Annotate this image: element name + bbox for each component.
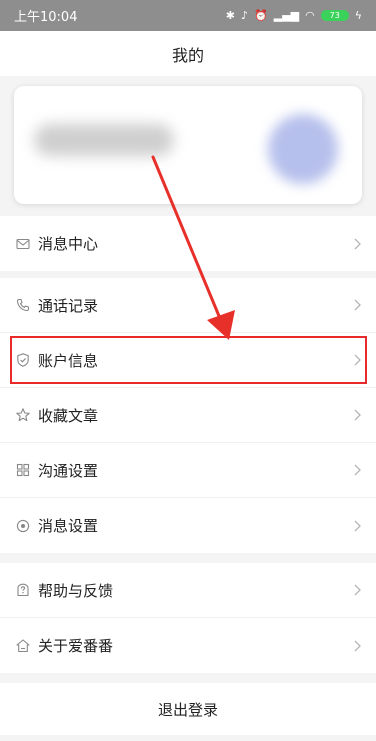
mute-icon: ♪	[241, 9, 249, 22]
menu-item-message-settings[interactable]: 消息设置	[0, 498, 376, 553]
menu-group-1: 消息中心	[0, 216, 376, 271]
signal-icon: ▂▄▆	[273, 9, 300, 22]
chevron-right-icon	[352, 463, 362, 477]
profile-card[interactable]	[14, 86, 362, 204]
menu-item-about[interactable]: 关于爱番番	[0, 618, 376, 673]
charging-icon: ϟ	[354, 9, 362, 22]
chevron-right-icon	[352, 639, 362, 653]
nav-bar: 我的	[0, 31, 376, 76]
menu-group-2: 通话记录 账户信息 收藏文章 沟通设置 消息设置	[0, 278, 376, 553]
logout-label: 退出登录	[157, 700, 218, 719]
mail-icon	[15, 236, 31, 252]
menu-item-label: 消息中心	[38, 235, 99, 253]
alarm-icon: ⏰	[254, 9, 268, 22]
page-title: 我的	[171, 45, 204, 65]
menu-item-label: 收藏文章	[38, 406, 99, 425]
menu-item-label: 通话记录	[38, 296, 99, 315]
status-bar: 上午10:04 ✱ ♪ ⏰ ▂▄▆ ◠ 73 ϟ	[0, 0, 376, 31]
menu-item-message-center[interactable]: 消息中心	[0, 216, 376, 271]
star-icon	[15, 407, 31, 423]
chevron-right-icon	[352, 408, 362, 422]
menu-item-label: 账户信息	[38, 351, 99, 370]
menu-item-favorite-articles[interactable]: 收藏文章	[0, 388, 376, 443]
menu-item-call-records[interactable]: 通话记录	[0, 278, 376, 333]
menu-item-account-info[interactable]: 账户信息	[0, 333, 376, 388]
menu-item-label: 沟通设置	[38, 461, 99, 480]
status-icons: ✱ ♪ ⏰ ▂▄▆ ◠ 73 ϟ	[226, 9, 362, 22]
menu-item-label: 关于爱番番	[38, 637, 114, 655]
menu-item-label: 消息设置	[38, 517, 99, 535]
chevron-right-icon	[352, 237, 362, 251]
menu-group-3: 帮助与反馈 关于爱番番	[0, 563, 376, 673]
phone-icon	[15, 297, 31, 313]
grid-icon	[15, 462, 31, 478]
menu-item-label: 帮助与反馈	[38, 581, 114, 600]
chevron-right-icon	[352, 298, 362, 312]
logout-button[interactable]: 退出登录	[0, 683, 376, 735]
chevron-right-icon	[352, 353, 362, 367]
chevron-right-icon	[352, 583, 362, 597]
wifi-icon: ◠	[305, 9, 315, 22]
menu-item-communication-settings[interactable]: 沟通设置	[0, 443, 376, 498]
help-icon	[15, 582, 31, 598]
menu-item-help-feedback[interactable]: 帮助与反馈	[0, 563, 376, 618]
bluetooth-icon: ✱	[225, 9, 235, 22]
shield-icon	[15, 352, 31, 368]
user-name-blurred	[34, 124, 174, 156]
battery-icon: 73	[320, 10, 349, 21]
about-icon	[15, 638, 31, 654]
status-time: 上午10:04	[14, 10, 78, 25]
chevron-right-icon	[352, 519, 362, 533]
target-icon	[15, 518, 31, 534]
avatar[interactable]	[268, 114, 338, 184]
